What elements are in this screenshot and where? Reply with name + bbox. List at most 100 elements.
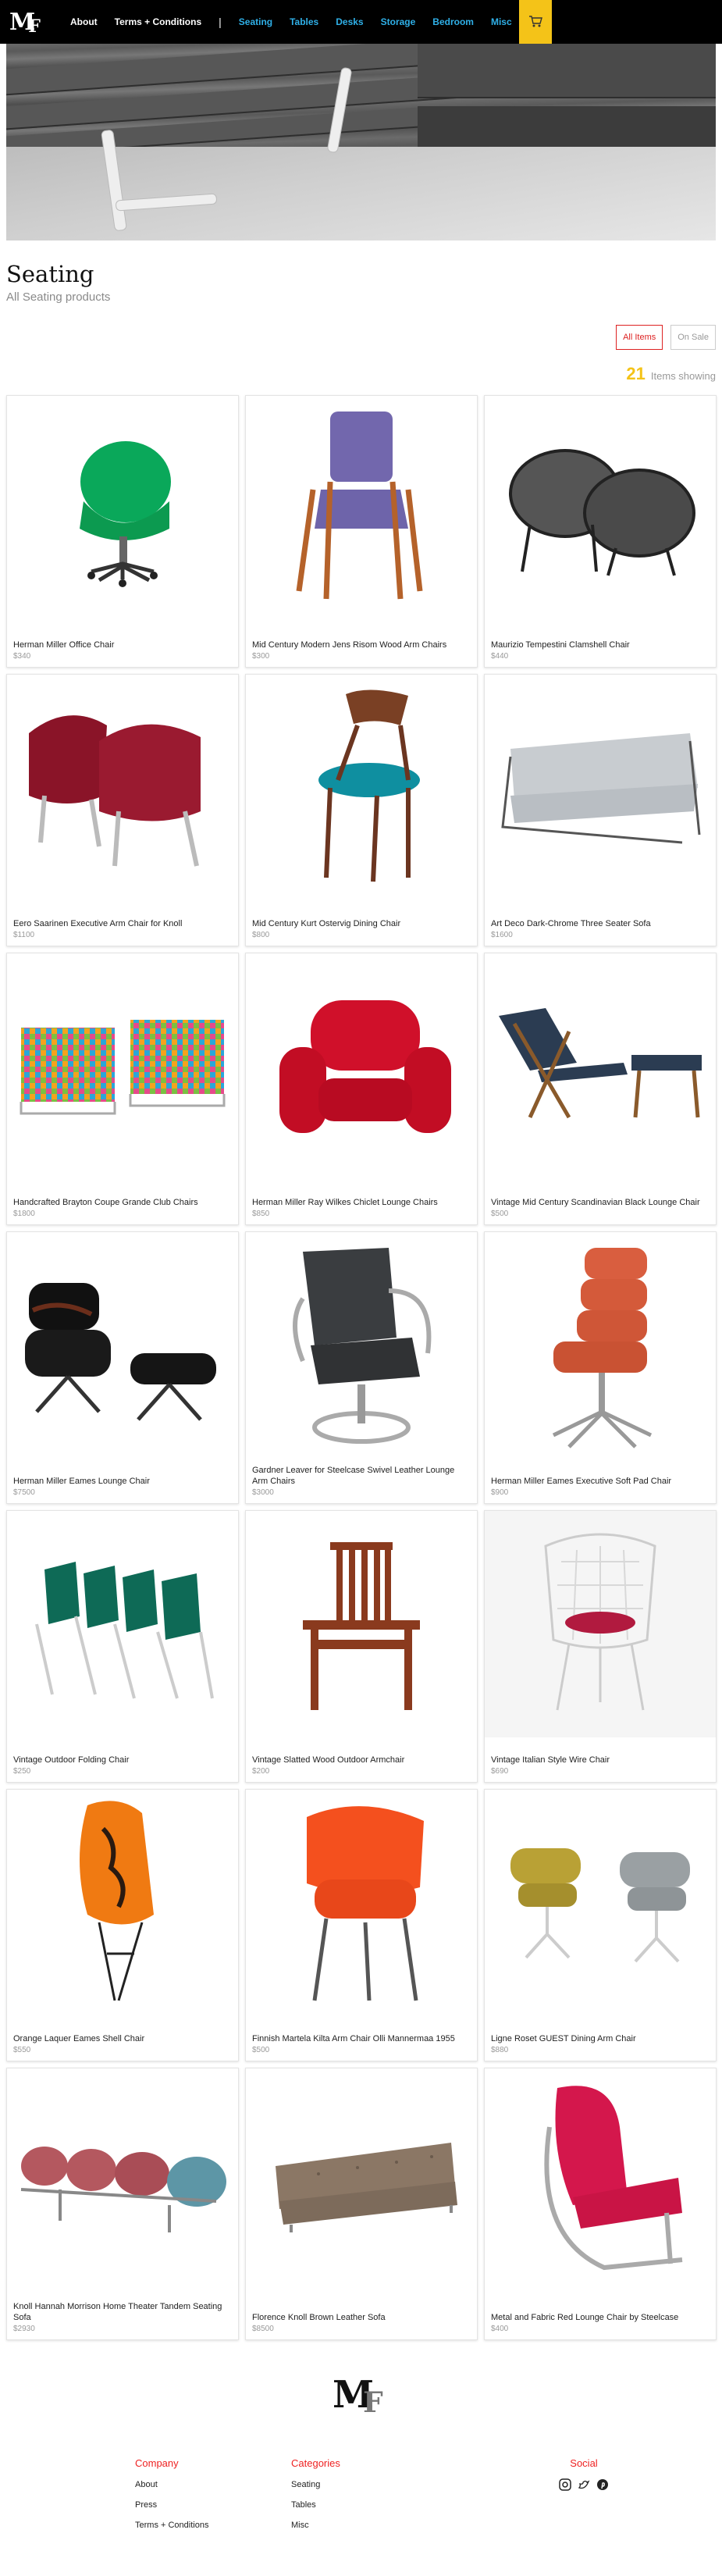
product-price: $500 (252, 2046, 270, 2054)
product-name[interactable]: Mid Century Kurt Ostervig Dining Chair (252, 918, 471, 929)
cart-button[interactable] (519, 0, 552, 44)
nav-storage[interactable]: Storage (381, 16, 416, 27)
product-name[interactable]: Art Deco Dark-Chrome Three Seater Sofa (491, 918, 710, 929)
product-price: $550 (13, 2046, 31, 2054)
on-sale-button[interactable]: On Sale (670, 325, 716, 350)
product-card[interactable]: Herman Miller Office Chair $340 (6, 395, 239, 668)
nav-separator: | (219, 16, 222, 28)
product-name[interactable]: Gardner Leaver for Steelcase Swivel Leat… (252, 1465, 471, 1487)
filter-group: All Items On Sale (616, 325, 716, 350)
section-header: Seating All Seating products All Items O… (0, 240, 722, 419)
product-card[interactable]: Eero Saarinen Executive Arm Chair for Kn… (6, 674, 239, 946)
twitter-icon[interactable] (578, 2478, 590, 2491)
product-name[interactable]: Vintage Slatted Wood Outdoor Armchair (252, 1755, 471, 1765)
product-card[interactable]: Herman Miller Eames Executive Soft Pad C… (484, 1231, 717, 1504)
product-card[interactable]: Vintage Slatted Wood Outdoor Armchair $20… (245, 1510, 478, 1783)
product-name[interactable]: Vintage Italian Style Wire Chair (491, 1755, 710, 1765)
product-card[interactable]: Maurizio Tempestini Clamshell Chair $440 (484, 395, 717, 668)
product-price: $1600 (491, 931, 513, 939)
product-name[interactable]: Florence Knoll Brown Leather Sofa (252, 2312, 471, 2323)
footer-link-seating[interactable]: Seating (291, 2480, 340, 2489)
footer-link-misc[interactable]: Misc (291, 2521, 340, 2530)
product-price: $880 (491, 2046, 509, 2054)
product-image (246, 396, 477, 622)
product-name[interactable]: Eero Saarinen Executive Arm Chair for Kn… (13, 918, 232, 929)
bench-back (418, 44, 716, 98)
footer-link-press[interactable]: Press (135, 2500, 208, 2510)
instagram-icon[interactable] (559, 2478, 571, 2491)
product-card[interactable]: Knoll Hannah Morrison Home Theater Tande… (6, 2068, 239, 2340)
product-card[interactable]: Gardner Leaver for Steelcase Swivel Leat… (245, 1231, 478, 1504)
product-card[interactable]: Florence Knoll Brown Leather Sofa $8500 (245, 2068, 478, 2340)
product-card[interactable]: Orange Laquer Eames Shell Chair $550 (6, 1789, 239, 2061)
product-price: $900 (491, 1488, 509, 1497)
product-name[interactable]: Herman Miller Eames Lounge Chair (13, 1476, 232, 1487)
product-name[interactable]: Finnish Martela Kilta Arm Chair Olli Man… (252, 2033, 471, 2044)
cart-icon (529, 16, 542, 27)
product-image (485, 1511, 716, 1737)
product-price: $690 (491, 1767, 509, 1776)
product-price: $440 (491, 652, 509, 661)
footer-company: Company About Press Terms + Conditions (135, 2457, 208, 2541)
product-name[interactable]: Knoll Hannah Morrison Home Theater Tande… (13, 2301, 232, 2323)
pinterest-icon[interactable] (596, 2478, 609, 2491)
product-card[interactable]: Ligne Roset GUEST Dining Arm Chair $880 (484, 1789, 717, 2061)
product-name[interactable]: Herman Miller Ray Wilkes Chiclet Lounge … (252, 1197, 471, 1208)
product-name[interactable]: Vintage Mid Century Scandinavian Black L… (491, 1197, 710, 1208)
product-name[interactable]: Orange Laquer Eames Shell Chair (13, 2033, 232, 2044)
footer-link-tables[interactable]: Tables (291, 2500, 340, 2510)
product-name[interactable]: Mid Century Modern Jens Risom Wood Arm C… (252, 640, 471, 650)
product-image (246, 953, 477, 1180)
logo[interactable]: MF (9, 9, 53, 37)
product-price: $1800 (13, 1210, 35, 1218)
footer-link-terms[interactable]: Terms + Conditions (135, 2521, 208, 2530)
footer-logo[interactable]: MF (333, 2373, 382, 2419)
product-name[interactable]: Herman Miller Eames Executive Soft Pad C… (491, 1476, 710, 1487)
product-card[interactable]: Art Deco Dark-Chrome Three Seater Sofa $1… (484, 674, 717, 946)
product-image (485, 1790, 716, 2016)
all-items-button[interactable]: All Items (616, 325, 663, 350)
product-image (246, 2068, 477, 2295)
product-card[interactable]: Herman Miller Eames Lounge Chair $7500 (6, 1231, 239, 1504)
product-name[interactable]: Handcrafted Brayton Coupe Grande Club Ch… (13, 1197, 232, 1208)
nav-terms[interactable]: Terms + Conditions (115, 16, 201, 27)
product-card[interactable]: Mid Century Kurt Ostervig Dining Chair $8… (245, 674, 478, 946)
product-image (7, 396, 238, 622)
footer: MF Company About Press Terms + Condition… (0, 2373, 722, 2560)
product-price: $500 (491, 1210, 509, 1218)
product-image (246, 1790, 477, 2016)
product-image (7, 675, 238, 901)
nav-tables[interactable]: Tables (290, 16, 318, 27)
bench-back (418, 106, 716, 150)
nav-bedroom[interactable]: Bedroom (432, 16, 474, 27)
product-card[interactable]: Vintage Italian Style Wire Chair $690 (484, 1510, 717, 1783)
logo-f: F (28, 16, 40, 37)
product-name[interactable]: Vintage Outdoor Folding Chair (13, 1755, 232, 1765)
product-card[interactable]: Metal and Fabric Red Lounge Chair by Ste… (484, 2068, 717, 2340)
product-card[interactable]: Vintage Outdoor Folding Chair $250 (6, 1510, 239, 1783)
product-card[interactable]: Finnish Martela Kilta Arm Chair Olli Man… (245, 1789, 478, 2061)
product-price: $800 (252, 931, 270, 939)
nav-about[interactable]: About (70, 16, 98, 27)
product-name[interactable]: Herman Miller Office Chair (13, 640, 232, 650)
product-price: $400 (491, 2325, 509, 2333)
nav-seating[interactable]: Seating (239, 16, 272, 27)
product-image (246, 1511, 477, 1737)
product-name[interactable]: Ligne Roset GUEST Dining Arm Chair (491, 2033, 710, 2044)
product-name[interactable]: Maurizio Tempestini Clamshell Chair (491, 640, 710, 650)
product-card[interactable]: Mid Century Modern Jens Risom Wood Arm C… (245, 395, 478, 668)
nav-misc[interactable]: Misc (491, 16, 512, 27)
product-grid: Herman Miller Office Chair $340 Mid Centu… (0, 395, 722, 2340)
top-nav: MF About Terms + Conditions | Seating Ta… (0, 0, 722, 44)
footer-logo-m: M (333, 2373, 374, 2417)
product-card[interactable]: Vintage Mid Century Scandinavian Black L… (484, 953, 717, 1225)
product-card[interactable]: Herman Miller Ray Wilkes Chiclet Lounge … (245, 953, 478, 1225)
items-count: 21 Items showing (626, 364, 716, 384)
nav-desks[interactable]: Desks (336, 16, 363, 27)
footer-link-about[interactable]: About (135, 2480, 208, 2489)
product-name[interactable]: Metal and Fabric Red Lounge Chair by Ste… (491, 2312, 710, 2323)
product-card[interactable]: Handcrafted Brayton Coupe Grande Club Ch… (6, 953, 239, 1225)
product-image (7, 1790, 238, 2016)
footer-company-title: Company (135, 2457, 179, 2469)
product-price: $250 (13, 1767, 31, 1776)
